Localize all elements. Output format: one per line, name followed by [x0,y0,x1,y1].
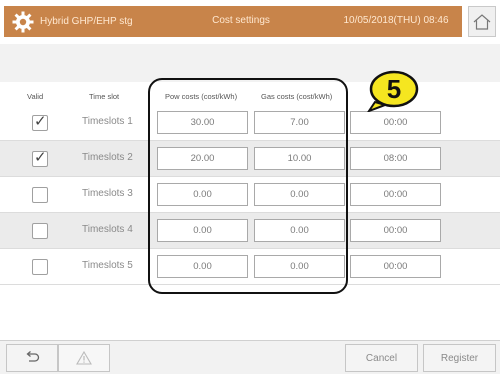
timeslot-label: Timeslots 4 [82,224,133,235]
check-icon: ✓ [34,113,47,130]
cost-settings-screen: Hybrid GHP/EHP stg Cost settings 10/05/2… [0,0,500,374]
register-button[interactable]: Register [423,344,496,372]
cancel-button[interactable]: Cancel [345,344,418,372]
start-time-field[interactable]: 00:00 [350,219,441,242]
check-icon: ✓ [34,149,47,166]
timeslot-label: Timeslots 1 [82,116,133,127]
valid-checkbox[interactable]: ✓ [32,113,48,131]
screen-title-tab: Cost settings [152,6,330,37]
start-time-field[interactable]: 08:00 [350,147,441,170]
footer-bar: Cancel Register [0,340,500,374]
highlight-outline [148,78,348,294]
timeslot-label: Timeslots 2 [82,152,133,163]
warning-icon [76,351,92,365]
home-icon [473,13,491,30]
valid-checkbox[interactable]: ✓ [32,149,48,167]
start-time-field[interactable]: 00:00 [350,255,441,278]
title-bar: Hybrid GHP/EHP stg Cost settings 10/05/2… [0,0,500,44]
col-timeslot: Time slot [89,92,120,101]
app-title-tab: Hybrid GHP/EHP stg [4,6,152,37]
app-title: Hybrid GHP/EHP stg [40,16,133,27]
back-arrow-icon [26,351,40,362]
gear-icon [10,9,36,35]
callout-number: 5 [387,74,401,104]
timeslot-label: Timeslots 5 [82,260,133,271]
start-time-field[interactable]: 00:00 [350,111,441,134]
screen-title: Cost settings [212,15,270,26]
valid-checkbox[interactable] [32,187,48,203]
back-button[interactable] [6,344,58,372]
warning-button[interactable] [58,344,110,372]
valid-checkbox[interactable] [32,223,48,239]
start-time-field[interactable]: 00:00 [350,183,441,206]
col-valid: Valid [27,92,44,101]
callout-badge: 5 [367,70,419,112]
datetime: 10/05/2018(THU) 08:46 [343,15,449,26]
home-button[interactable] [468,6,496,37]
valid-checkbox[interactable] [32,259,48,275]
toolbar-area [0,44,500,82]
datetime-tab: 10/05/2018(THU) 08:46 [330,6,462,37]
timeslot-label: Timeslots 3 [82,188,133,199]
